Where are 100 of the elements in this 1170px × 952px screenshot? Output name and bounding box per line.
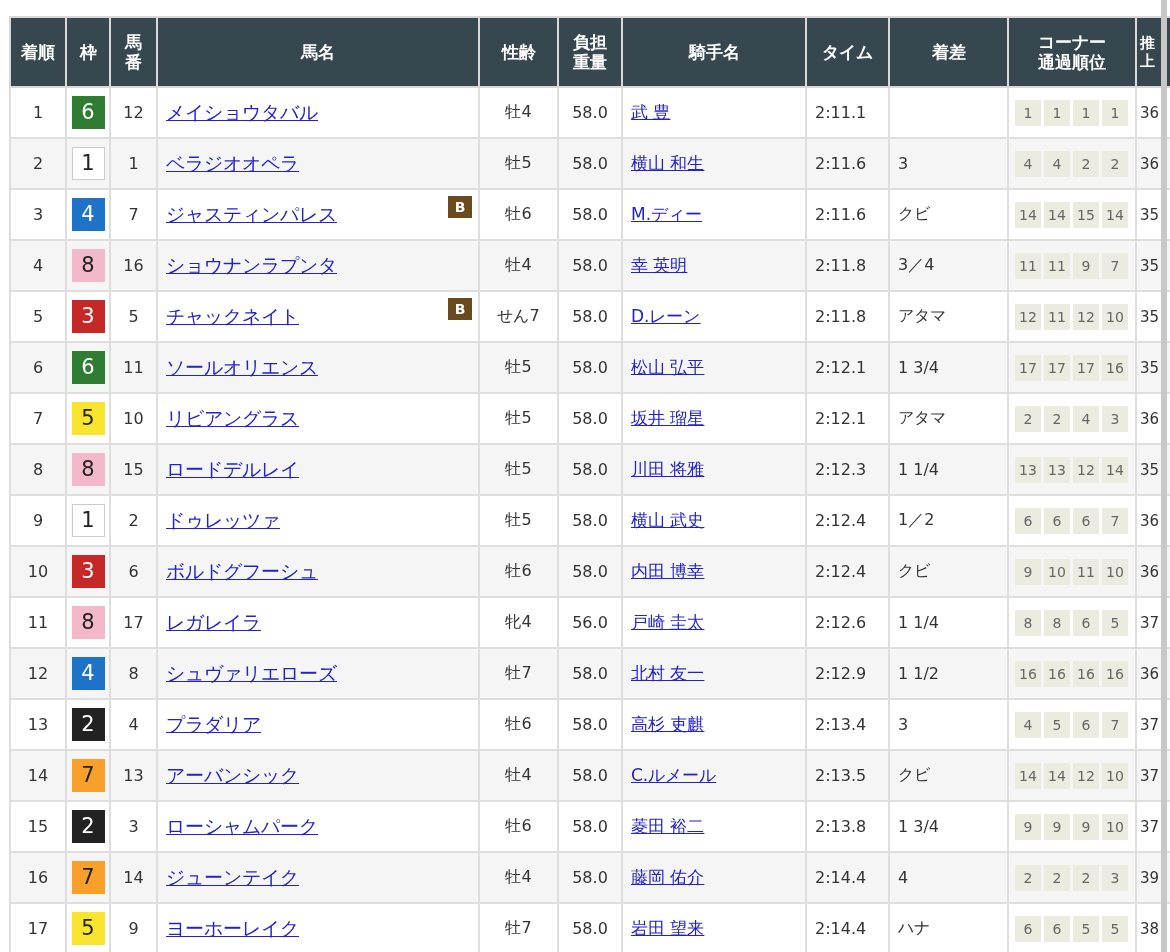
rank-cell: 2 bbox=[10, 138, 66, 189]
frame-number-badge: 3 bbox=[71, 300, 105, 333]
corner-position: 9 bbox=[1073, 813, 1099, 840]
scrollbar[interactable] bbox=[1161, 0, 1167, 952]
horse-name-link[interactable]: チャックネイト bbox=[166, 304, 299, 327]
jockey-name-link[interactable]: C.ルメール bbox=[631, 765, 717, 785]
jockey-name-link[interactable]: M.ディー bbox=[631, 204, 703, 224]
jockey-name-link[interactable]: 坂井 瑠星 bbox=[631, 408, 705, 428]
jockey-name-link[interactable]: 北村 友一 bbox=[631, 663, 705, 683]
jockey-name-link[interactable]: 戸崎 圭太 bbox=[631, 612, 705, 632]
jockey-name-link[interactable]: 松山 弘平 bbox=[631, 357, 705, 377]
corner-position: 8 bbox=[1015, 609, 1041, 636]
horse-name-link[interactable]: ジャスティンパレス bbox=[166, 202, 337, 225]
frame-number-badge: 5 bbox=[71, 402, 105, 435]
corner-position: 5 bbox=[1044, 711, 1070, 738]
corner-position: 10 bbox=[1102, 813, 1128, 840]
corner-position: 2 bbox=[1015, 864, 1041, 891]
corner-position: 11 bbox=[1015, 252, 1041, 279]
jockey-name-link[interactable]: 内田 博幸 bbox=[631, 561, 705, 581]
rank-cell: 4 bbox=[10, 240, 66, 291]
column-header: 騎手名 bbox=[622, 17, 806, 87]
horse-name-link[interactable]: ジューンテイク bbox=[166, 865, 299, 888]
corner-position: 16 bbox=[1044, 660, 1070, 687]
horse-name-link[interactable]: プラダリア bbox=[166, 712, 261, 735]
jockey-name-link[interactable]: 川田 将雅 bbox=[631, 459, 705, 479]
column-header: 馬名 bbox=[157, 17, 479, 87]
time-cell: 2:12.4 bbox=[806, 546, 889, 597]
margin-text: 3 bbox=[898, 154, 909, 173]
column-header: 着順 bbox=[10, 17, 66, 87]
corner-position: 12 bbox=[1015, 303, 1041, 330]
jockey-name-link[interactable]: 武 豊 bbox=[631, 102, 671, 122]
corner-position: 14 bbox=[1044, 762, 1070, 789]
margin-text: アタマ bbox=[898, 408, 946, 427]
horse-number-cell: 13 bbox=[110, 750, 157, 801]
jockey-name-link[interactable]: 菱田 裕二 bbox=[631, 816, 705, 836]
horse-name-link[interactable]: ロードデルレイ bbox=[166, 457, 299, 480]
corner-position: 14 bbox=[1102, 456, 1128, 483]
horse-number-cell: 6 bbox=[110, 546, 157, 597]
frame-number-badge: 8 bbox=[71, 606, 105, 639]
corner-position: 3 bbox=[1102, 864, 1128, 891]
jockey-name-link[interactable]: 藤岡 佑介 bbox=[631, 867, 705, 887]
jockey-name-link[interactable]: 幸 英明 bbox=[631, 255, 688, 275]
time-cell: 2:12.9 bbox=[806, 648, 889, 699]
margin-text: 1／2 bbox=[898, 510, 935, 529]
frame-number-badge: 2 bbox=[71, 708, 105, 741]
weight-cell: 58.0 bbox=[558, 138, 622, 189]
column-header: 性齢 bbox=[479, 17, 558, 87]
rank-cell: 10 bbox=[10, 546, 66, 597]
corner-position: 4 bbox=[1044, 150, 1070, 177]
corner-position: 16 bbox=[1015, 660, 1041, 687]
corner-position: 4 bbox=[1015, 711, 1041, 738]
corner-position: 7 bbox=[1102, 252, 1128, 279]
frame-number-badge: 3 bbox=[71, 555, 105, 588]
jockey-name-link[interactable]: 岩田 望来 bbox=[631, 918, 705, 938]
horse-name-link[interactable]: ヨーホーレイク bbox=[166, 916, 299, 939]
corner-position: 2 bbox=[1073, 150, 1099, 177]
jockey-name-link[interactable]: 横山 和生 bbox=[631, 153, 705, 173]
corner-position: 14 bbox=[1015, 762, 1041, 789]
horse-name-link[interactable]: レガレイラ bbox=[166, 610, 261, 633]
corner-position: 6 bbox=[1073, 609, 1099, 636]
horse-number-cell: 14 bbox=[110, 852, 157, 903]
corner-position: 17 bbox=[1044, 354, 1070, 381]
frame-number-badge: 4 bbox=[71, 657, 105, 690]
corner-position: 14 bbox=[1102, 201, 1128, 228]
margin-text: クビ bbox=[898, 204, 930, 223]
time-cell: 2:13.5 bbox=[806, 750, 889, 801]
horse-name-link[interactable]: ドゥレッツァ bbox=[166, 508, 280, 531]
corner-position: 2 bbox=[1073, 864, 1099, 891]
horse-name-link[interactable]: アーバンシック bbox=[166, 763, 299, 786]
horse-name-link[interactable]: ベラジオオペラ bbox=[166, 151, 299, 174]
weight-cell: 58.0 bbox=[558, 648, 622, 699]
time-cell: 2:12.3 bbox=[806, 444, 889, 495]
weight-cell: 58.0 bbox=[558, 546, 622, 597]
margin-text: 3 bbox=[898, 715, 909, 734]
margin-text: 1 1/2 bbox=[898, 664, 939, 683]
margin-text: 4 bbox=[898, 868, 909, 887]
margin-text: 1 1/4 bbox=[898, 613, 939, 632]
corner-position: 12 bbox=[1073, 762, 1099, 789]
jockey-name-link[interactable]: 横山 武史 bbox=[631, 510, 705, 530]
column-header: コーナー 通過順位 bbox=[1008, 17, 1136, 87]
corner-position: 2 bbox=[1044, 405, 1070, 432]
frame-number-badge: 8 bbox=[71, 249, 105, 282]
margin-text: アタマ bbox=[898, 306, 946, 325]
jockey-name-link[interactable]: D.レーン bbox=[631, 306, 701, 326]
corner-position: 6 bbox=[1015, 507, 1041, 534]
horse-name-link[interactable]: リビアングラス bbox=[166, 406, 299, 429]
corner-position: 16 bbox=[1102, 354, 1128, 381]
frame-number-badge: 8 bbox=[71, 453, 105, 486]
weight-cell: 58.0 bbox=[558, 444, 622, 495]
corner-position: 13 bbox=[1044, 456, 1070, 483]
margin-text: ハナ bbox=[898, 918, 930, 937]
rank-cell: 14 bbox=[10, 750, 66, 801]
corner-position: 4 bbox=[1015, 150, 1041, 177]
corner-position: 16 bbox=[1102, 660, 1128, 687]
corner-position: 14 bbox=[1015, 201, 1041, 228]
frame-number-badge: 6 bbox=[71, 96, 105, 129]
corner-position: 1 bbox=[1102, 99, 1128, 126]
jockey-name-link[interactable]: 高杉 吏麒 bbox=[631, 714, 705, 734]
corner-position: 1 bbox=[1073, 99, 1099, 126]
corner-position: 6 bbox=[1044, 915, 1070, 942]
